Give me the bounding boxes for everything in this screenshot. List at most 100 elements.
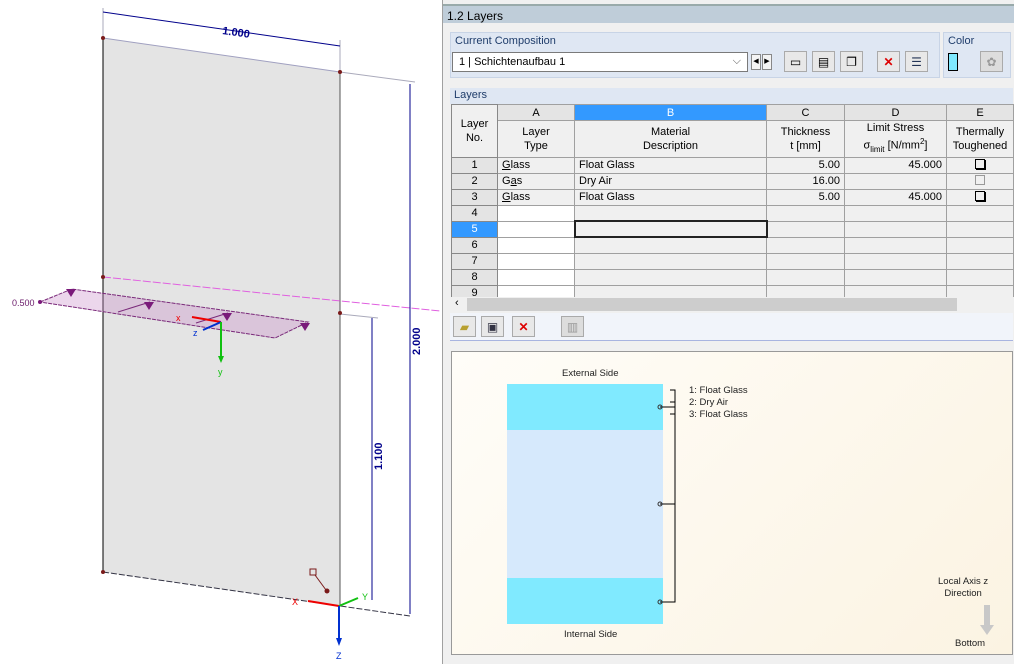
- cell-layer-type[interactable]: Glass: [497, 188, 575, 206]
- previous-composition-button[interactable]: ◀: [751, 54, 761, 70]
- new-composition-icon[interactable]: ▭: [784, 51, 807, 72]
- scrollbar-thumb[interactable]: [467, 298, 957, 311]
- toughened-checkbox[interactable]: [975, 190, 985, 201]
- cell-toughened[interactable]: [946, 268, 1014, 286]
- table-row[interactable]: 6: [451, 236, 1014, 254]
- model-drawing: 1.000 2.000 1.100 0.500 x z y X Y Z: [12, 8, 441, 661]
- cell-layer-type[interactable]: [497, 236, 575, 254]
- cell-limit-stress[interactable]: [844, 172, 947, 190]
- cell-layer-type[interactable]: Glass: [497, 156, 575, 174]
- delete-row-icon[interactable]: ✕: [512, 316, 535, 337]
- book-icon[interactable]: ▥: [561, 316, 584, 337]
- header-toughened: Thermally Toughened: [946, 120, 1014, 158]
- svg-text:y: y: [218, 367, 223, 377]
- chevron-down-icon: ⌵: [732, 55, 741, 67]
- table-row[interactable]: 2 Gas Dry Air 16.00: [451, 172, 1014, 190]
- svg-text:x: x: [176, 313, 181, 323]
- toughened-checkbox[interactable]: [975, 158, 985, 169]
- cell-limit-stress[interactable]: [844, 268, 947, 286]
- cell-limit-stress[interactable]: 45.000: [844, 188, 947, 206]
- cell-thickness[interactable]: [766, 204, 845, 222]
- col-letter-d[interactable]: D: [844, 104, 947, 121]
- color-palette-icon[interactable]: ✿: [980, 51, 1003, 72]
- cell-toughened[interactable]: [946, 156, 1014, 174]
- cell-layer-type[interactable]: [497, 204, 575, 222]
- row-number[interactable]: 4: [451, 204, 498, 222]
- cell-layer-type[interactable]: [497, 268, 575, 286]
- layer-2-gas: [507, 430, 663, 578]
- row-number[interactable]: 7: [451, 252, 498, 270]
- row-number[interactable]: 8: [451, 268, 498, 286]
- cell-toughened[interactable]: [946, 252, 1014, 270]
- cell-material[interactable]: Float Glass: [574, 156, 767, 174]
- cell-limit-stress[interactable]: 45.000: [844, 156, 947, 174]
- external-side-label: External Side: [562, 368, 619, 379]
- color-swatch[interactable]: [948, 53, 958, 71]
- color-label: Color: [948, 35, 975, 47]
- cell-limit-stress[interactable]: [844, 220, 947, 238]
- col-letter-e[interactable]: E: [946, 104, 1014, 121]
- row-number[interactable]: 3: [451, 188, 498, 206]
- cell-layer-type[interactable]: [497, 252, 575, 270]
- global-y-axis: [338, 597, 359, 607]
- table-row[interactable]: 4: [451, 204, 1014, 222]
- import-icon[interactable]: ☰: [905, 51, 928, 72]
- cell-thickness[interactable]: [766, 220, 845, 238]
- cell-material[interactable]: [574, 268, 767, 286]
- toughened-checkbox[interactable]: [975, 174, 985, 185]
- horizontal-scrollbar[interactable]: ‹: [451, 297, 1014, 312]
- table-row[interactable]: 8: [451, 268, 1014, 286]
- cell-toughened[interactable]: [946, 188, 1014, 206]
- col-letter-a[interactable]: A: [497, 104, 575, 121]
- cell-material[interactable]: [573, 220, 768, 239]
- row-number[interactable]: 1: [451, 156, 498, 174]
- cell-material[interactable]: [574, 252, 767, 270]
- row-number[interactable]: 2: [451, 172, 498, 190]
- cell-toughened[interactable]: [946, 236, 1014, 254]
- cell-layer-type[interactable]: Gas: [497, 172, 575, 190]
- composition-label: Current Composition: [455, 35, 556, 47]
- delete-icon[interactable]: ✕: [877, 51, 900, 72]
- open-folder-icon[interactable]: ▰: [453, 316, 476, 337]
- cell-thickness[interactable]: 5.00: [766, 156, 845, 174]
- cell-material[interactable]: Float Glass: [574, 188, 767, 206]
- cell-thickness[interactable]: [766, 268, 845, 286]
- 3d-model-view[interactable]: 1.000 2.000 1.100 0.500 x z y X Y Z: [0, 0, 441, 664]
- col-letter-c[interactable]: C: [766, 104, 845, 121]
- scroll-left-icon[interactable]: ‹: [455, 297, 459, 309]
- col-letter-b[interactable]: B: [574, 104, 767, 121]
- cell-material[interactable]: [574, 204, 767, 222]
- header-limit-stress: Limit Stress σlimit [N/mm2]: [844, 120, 947, 158]
- layer-1-glass: [507, 384, 663, 430]
- table-row[interactable]: 5: [451, 220, 1014, 239]
- cell-layer-type[interactable]: [497, 220, 575, 238]
- table-row[interactable]: 3 Glass Float Glass 5.00 45.000: [451, 188, 1014, 206]
- save-icon[interactable]: ▣: [481, 316, 504, 337]
- row-number[interactable]: 5: [451, 220, 498, 238]
- cell-limit-stress[interactable]: [844, 252, 947, 270]
- cell-thickness[interactable]: 5.00: [766, 188, 845, 206]
- cell-toughened[interactable]: [946, 172, 1014, 190]
- cell-thickness[interactable]: [766, 252, 845, 270]
- svg-text:Z: Z: [336, 651, 342, 661]
- cell-limit-stress[interactable]: [844, 204, 947, 222]
- dimension-height-label: 2.000: [411, 327, 423, 355]
- cell-limit-stress[interactable]: [844, 236, 947, 254]
- composition-select[interactable]: 1 | Schichtenaufbau 1 ⌵: [452, 52, 748, 72]
- legend-bracket: [657, 389, 676, 605]
- svg-text:z: z: [193, 328, 198, 338]
- cell-toughened[interactable]: [946, 220, 1014, 238]
- layers-table: Layer No. A B C D E Layer Type Material Des…: [451, 104, 1014, 302]
- edit-composition-icon[interactable]: ▤: [812, 51, 835, 72]
- next-composition-button[interactable]: ▶: [762, 54, 772, 70]
- cell-toughened[interactable]: [946, 204, 1014, 222]
- panel-title: 1.2 Layers: [443, 4, 1014, 23]
- row-number[interactable]: 6: [451, 236, 498, 254]
- cell-thickness[interactable]: 16.00: [766, 172, 845, 190]
- cell-thickness[interactable]: [766, 236, 845, 254]
- table-row[interactable]: 1 Glass Float Glass 5.00 45.000: [451, 156, 1014, 174]
- cell-material[interactable]: [574, 236, 767, 254]
- copy-composition-icon[interactable]: ❐: [840, 51, 863, 72]
- cell-material[interactable]: Dry Air: [574, 172, 767, 190]
- table-row[interactable]: 7: [451, 252, 1014, 270]
